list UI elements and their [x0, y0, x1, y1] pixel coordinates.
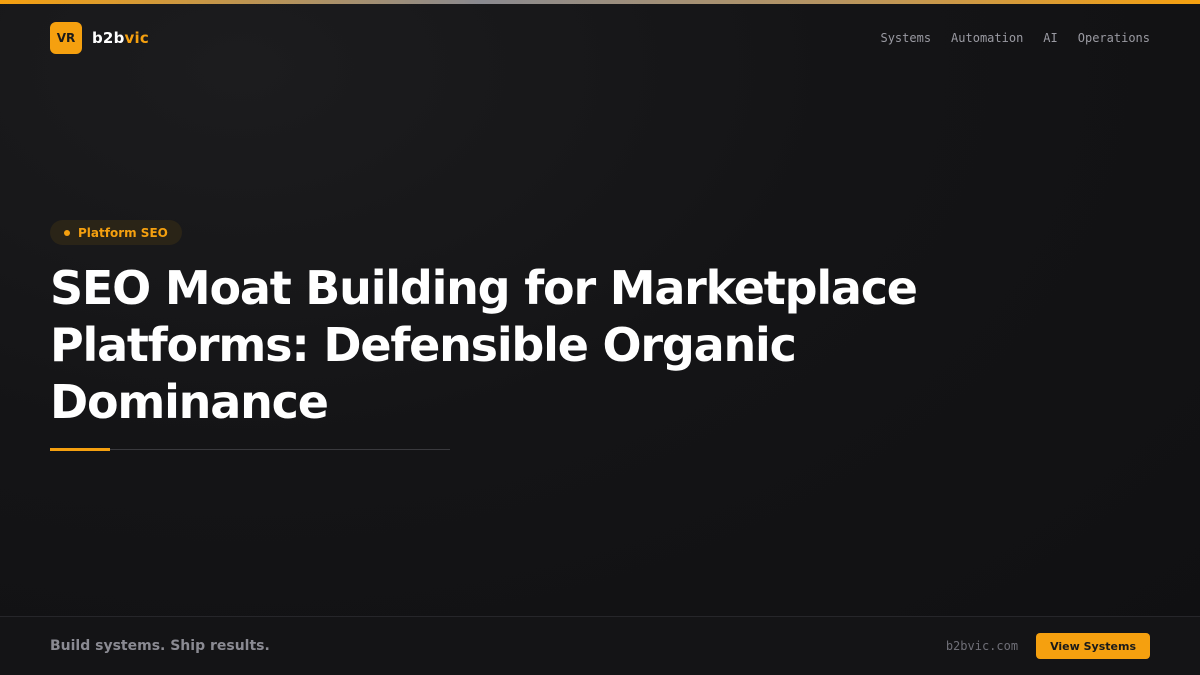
nav-link-ai[interactable]: AI: [1043, 31, 1057, 45]
nav-link-systems[interactable]: Systems: [880, 31, 931, 45]
top-accent-bar: [0, 0, 1200, 4]
nav-link-operations[interactable]: Operations: [1078, 31, 1150, 45]
category-badge: Platform SEO: [50, 220, 182, 245]
brand-name: b2bvic: [92, 29, 149, 47]
category-badge-label: Platform SEO: [78, 225, 168, 240]
nav-link-automation[interactable]: Automation: [951, 31, 1023, 45]
divider-track: [50, 449, 450, 450]
view-systems-button[interactable]: View Systems: [1036, 633, 1150, 659]
main-nav: Systems Automation AI Operations: [880, 31, 1150, 45]
site-header: VR b2bvic Systems Automation AI Operatio…: [50, 22, 1150, 54]
brand-name-part1: b2b: [92, 29, 125, 47]
page-title: SEO Moat Building for Marketplace Platfo…: [50, 261, 918, 429]
title-divider: [50, 448, 450, 451]
footer-actions: b2bvic.com View Systems: [946, 633, 1150, 659]
footer-tagline: Build systems. Ship results.: [50, 638, 270, 654]
brand-logo-link[interactable]: VR b2bvic: [50, 22, 149, 54]
badge-dot-icon: [64, 229, 70, 236]
divider-accent: [50, 448, 110, 451]
brand-name-part2: vic: [124, 29, 149, 47]
footer-domain: b2bvic.com: [945, 639, 1019, 653]
logo-badge: VR: [50, 22, 82, 54]
site-footer: Build systems. Ship results. b2bvic.com …: [0, 616, 1200, 675]
